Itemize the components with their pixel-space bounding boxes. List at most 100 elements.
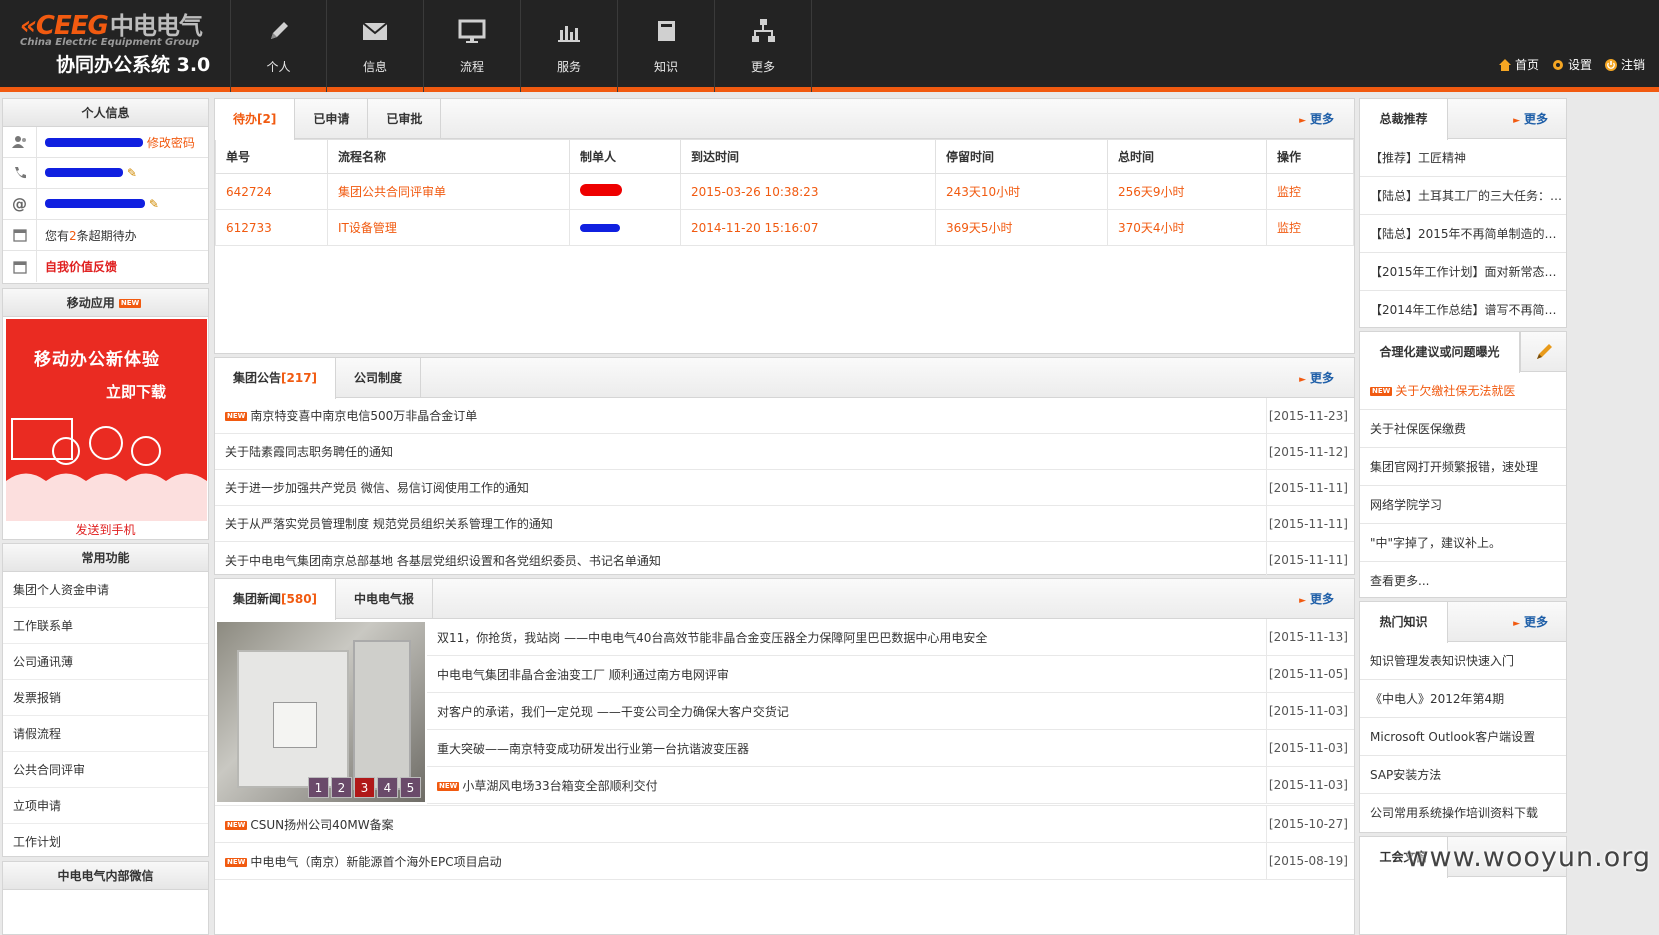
nav-knowledge[interactable]: 知识 — [618, 0, 715, 92]
cell-flow-link[interactable]: 集团公共合同评审单 — [327, 173, 570, 210]
list-item[interactable]: NEW 关于欠缴社保无法就医 — [1360, 372, 1566, 410]
func-item[interactable]: 请假流程 — [3, 716, 208, 752]
nav-workflow[interactable]: 流程 — [424, 0, 521, 92]
list-item[interactable]: Microsoft Outlook客户端设置 — [1360, 718, 1566, 756]
monitor-link[interactable]: 监控 — [1266, 209, 1354, 246]
list-item[interactable]: NEW 小草湖风电场33台箱变全部顺利交付 [2015-11-03] — [427, 767, 1354, 804]
todo-table: 单号 流程名称 制单人 到达时间 停留时间 总时间 操作 642724 集团公共… — [215, 139, 1354, 246]
pager-button-active[interactable]: 3 — [354, 777, 375, 798]
tab-group-notices[interactable]: 集团公告[217] — [215, 358, 337, 399]
cell-arrive: 2014-11-20 15:16:07 — [680, 209, 936, 246]
list-item[interactable]: 网络学院学习 — [1360, 486, 1566, 524]
cell-flow-link[interactable]: IT设备管理 — [327, 209, 570, 246]
list-item[interactable]: 对客户的承诺，我们一定兑现 ——干变公司全力确保大客户交货记 [2015-11-0… — [427, 693, 1354, 730]
news-more-link[interactable]: ► 更多 — [1299, 579, 1334, 621]
edit-phone-icon[interactable]: ✎ — [127, 166, 137, 180]
list-item[interactable]: 重大突破——南京特变成功研发出行业第一台抗谐波变压器 [2015-11-03] — [427, 730, 1354, 767]
knowledge-more-label: 更多 — [1523, 615, 1548, 629]
list-item[interactable]: 双11，你抢货，我站岗 ——中电电气40台高效节能非晶合金变压器全力保障阿里巴巴… — [427, 619, 1354, 656]
func-item[interactable]: 工作联系单 — [3, 608, 208, 644]
view-more-link[interactable]: 查看更多... — [1360, 562, 1566, 600]
tab-group-news-label: 集团新闻 — [233, 592, 282, 606]
settings-link-label: 设置 — [1567, 58, 1592, 72]
pager-button[interactable]: 4 — [377, 777, 398, 798]
send-to-phone-link[interactable]: 发送到手机 — [3, 521, 208, 538]
list-item[interactable]: 中电电气集团非晶合金油变工厂 顺利通过南方电网评审 [2015-11-05] — [427, 656, 1354, 693]
func-item[interactable]: 立项申请 — [3, 788, 208, 824]
change-password-link[interactable]: 修改密码 — [147, 136, 195, 150]
nav-services[interactable]: 服务 — [521, 0, 618, 92]
list-item[interactable]: 关于中电电气集团南京总部基地 各基层党组织设置和各党组织委员、书记名单通知 [20… — [215, 542, 1354, 578]
list-item[interactable]: 《中电人》2012年第4期 — [1360, 680, 1566, 718]
tab-company-rules[interactable]: 公司制度 — [336, 358, 422, 398]
list-item[interactable]: 公司常用系统操作培训资料下载 — [1360, 794, 1566, 832]
news-title: 双11，你抢货，我站岗 ——中电电气40台高效节能非晶合金变压器全力保障阿里巴巴… — [437, 630, 988, 645]
personal-info-title: 个人信息 — [3, 99, 208, 127]
tab-suggestions[interactable]: 合理化建议或问题曝光 — [1360, 332, 1520, 373]
tab-hot-knowledge[interactable]: 热门知识 — [1360, 602, 1448, 643]
list-item[interactable]: 【2014年工作总结】谱写不再简… — [1360, 291, 1566, 329]
ceo-more-label: 更多 — [1523, 112, 1548, 126]
list-item[interactable]: 【陆总】2015年不再简单制造的… — [1360, 215, 1566, 253]
pending-row[interactable]: 您有2条超期待办 — [3, 219, 208, 251]
func-item[interactable]: 工作计划 — [3, 824, 208, 860]
banner-line2: 立即下载 — [106, 383, 167, 401]
list-item[interactable]: NEW CSUN扬州公司40MW备案 [2015-10-27] — [215, 806, 1354, 843]
cabinet-panel — [273, 702, 317, 748]
list-item[interactable]: 【推荐】工匠精神 — [1360, 139, 1566, 177]
notices-more-link[interactable]: ► 更多 — [1299, 358, 1334, 400]
tab-group-news[interactable]: 集团新闻[580] — [215, 579, 337, 620]
common-functions-panel: 常用功能 集团个人资金申请 工作联系单 公司通讯薄 发票报销 请假流程 公共合同… — [2, 543, 209, 857]
pager-button[interactable]: 5 — [400, 777, 421, 798]
tab-applied[interactable]: 已申请 — [295, 99, 369, 139]
list-item[interactable]: 【2015年工作计划】面对新常态… — [1360, 253, 1566, 291]
func-item[interactable]: 公共合同评审 — [3, 752, 208, 788]
monitor-link[interactable]: 监控 — [1266, 173, 1354, 210]
nav-messages[interactable]: 信息 — [327, 0, 424, 92]
table-row[interactable]: 642724 集团公共合同评审单 2015-03-26 10:38:23 243… — [215, 173, 1354, 210]
list-item[interactable]: 关于从严落实党员管理制度 规范党员组织关系管理工作的通知 [2015-11-11] — [215, 505, 1354, 542]
notice-title: 关于进一步加强共产党员 微信、易信订阅使用工作的通知 — [225, 481, 529, 495]
feedback-row[interactable]: 自我价值反馈 — [3, 251, 208, 282]
list-item[interactable]: NEW 南京特变喜中南京电信500万非晶合金订单 [2015-11-23] — [215, 397, 1354, 434]
pager-button[interactable]: 2 — [331, 777, 352, 798]
main-nav: 个人 信息 流程 服务 知识 更多 — [230, 0, 812, 92]
list-item[interactable]: NEW 中电电气（南京）新能源首个海外EPC项目启动 [2015-08-19] — [215, 843, 1354, 880]
list-item[interactable]: "中"字掉了，建议补上。 — [1360, 524, 1566, 562]
ceo-more-link[interactable]: ► 更多 — [1513, 99, 1548, 141]
tab-todo[interactable]: 待办[2] — [215, 99, 296, 140]
func-item[interactable]: 集团个人资金申请 — [3, 572, 208, 608]
edit-email-icon[interactable]: ✎ — [149, 197, 159, 211]
list-item[interactable]: 【陆总】土耳其工厂的三大任务：… — [1360, 177, 1566, 215]
list-item[interactable]: SAP安装方法 — [1360, 756, 1566, 794]
mobile-banner[interactable]: 移动办公新体验 立即下载 — [6, 319, 207, 521]
pending-suffix: 条超期待办 — [76, 228, 137, 243]
edit-pencil-icon[interactable] — [1520, 332, 1566, 372]
func-item[interactable]: 公司通讯薄 — [3, 644, 208, 680]
self-value-feedback-link[interactable]: 自我价值反馈 — [37, 258, 117, 275]
logout-link[interactable]: 注销 — [1604, 56, 1645, 73]
list-item[interactable]: 关于陆素霞同志职务聘任的通知 [2015-11-12] — [215, 433, 1354, 470]
nav-more[interactable]: 更多 — [715, 0, 812, 92]
settings-link[interactable]: 设置 — [1551, 56, 1592, 73]
pager-button[interactable]: 1 — [308, 777, 329, 798]
tab-approved[interactable]: 已审批 — [368, 99, 442, 139]
list-item[interactable]: 关于进一步加强共产党员 微信、易信订阅使用工作的通知 [2015-11-11] — [215, 469, 1354, 506]
func-item[interactable]: 发票报销 — [3, 680, 208, 716]
nav-personal[interactable]: 个人 — [230, 0, 327, 92]
home-link[interactable]: 首页 — [1498, 56, 1539, 73]
todo-more-link[interactable]: ► 更多 — [1299, 99, 1334, 141]
monitor-icon — [458, 19, 486, 43]
tab-ceeg-newspaper[interactable]: 中电电气报 — [336, 579, 434, 619]
notice-title: 关于从严落实党员管理制度 规范党员组织关系管理工作的通知 — [225, 517, 553, 531]
tab-ceo-recommend[interactable]: 总裁推荐 — [1360, 99, 1448, 140]
pending-count: 2 — [69, 228, 77, 243]
list-item[interactable]: 关于社保医保缴费 — [1360, 410, 1566, 448]
list-item[interactable]: 知识管理发表知识快速入门 — [1360, 642, 1566, 680]
ceeg-logo[interactable]: «CEEG中电电气 China Electric Equipment Group… — [20, 6, 220, 86]
list-item[interactable]: 集团官网打开频繁报错，速处理 — [1360, 448, 1566, 486]
knowledge-more-link[interactable]: ► 更多 — [1513, 602, 1548, 644]
table-row[interactable]: 612733 IT设备管理 2014-11-20 15:16:07 369天5小… — [215, 209, 1354, 246]
notice-date: [2015-11-11] — [1266, 469, 1354, 506]
news-photo[interactable]: 1 2 3 4 5 — [217, 622, 425, 802]
